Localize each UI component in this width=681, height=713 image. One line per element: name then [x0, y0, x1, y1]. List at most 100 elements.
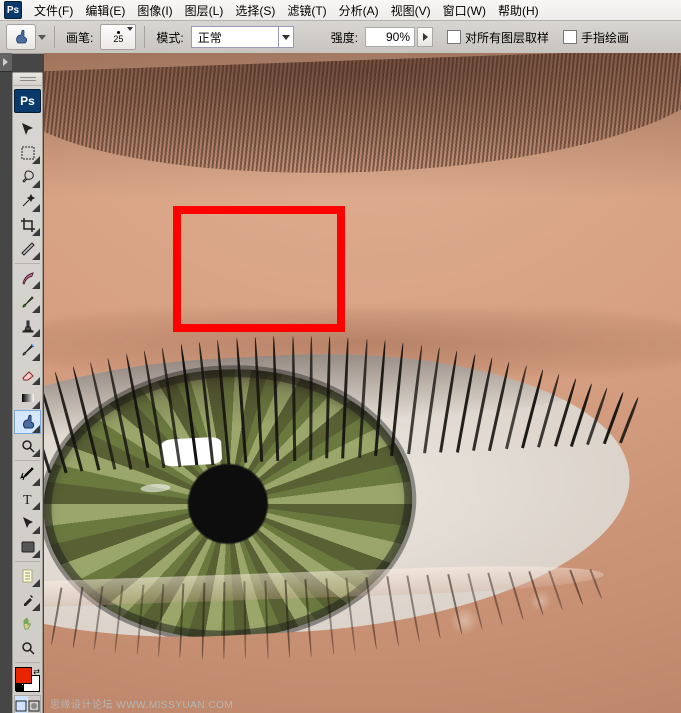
- sample-all-label: 对所有图层取样: [465, 29, 549, 46]
- path-select-tool[interactable]: [14, 511, 41, 535]
- pen-tool[interactable]: [14, 463, 41, 487]
- eyedropper-tool[interactable]: [14, 588, 41, 612]
- hand-icon: [20, 616, 36, 632]
- svg-text:T: T: [23, 493, 32, 507]
- finger-paint-label: 手指绘画: [581, 29, 629, 46]
- strength-input[interactable]: [365, 27, 433, 47]
- dropdown-button[interactable]: [278, 27, 293, 47]
- zoom-tool[interactable]: [14, 636, 41, 660]
- strength-flyout[interactable]: [417, 27, 433, 47]
- flyout-corner-icon: [32, 180, 40, 188]
- lasso-tool[interactable]: [14, 165, 41, 189]
- flyout-corner-icon: [32, 478, 40, 486]
- checkbox-icon: [563, 30, 577, 44]
- panel-expand-tab[interactable]: [0, 53, 12, 72]
- flyout-corner-icon: [32, 353, 40, 361]
- smudge-tool[interactable]: [14, 410, 41, 434]
- brush-label: 画笔:: [63, 29, 96, 46]
- dodge-tool[interactable]: [14, 434, 41, 458]
- menu-bar: Ps 文件(F)编辑(E)图像(I)图层(L)选择(S)滤镜(T)分析(A)视图…: [0, 0, 681, 21]
- menu-item[interactable]: 帮助(H): [492, 0, 545, 20]
- clone-stamp-tool[interactable]: [14, 314, 41, 338]
- brush-size: 25: [113, 35, 123, 44]
- menu-item[interactable]: 滤镜(T): [281, 0, 332, 20]
- flyout-corner-icon: [32, 550, 40, 558]
- chevron-down-icon: [282, 35, 290, 40]
- quick-mask-toggle[interactable]: [14, 695, 41, 713]
- flyout-corner-icon: [32, 603, 40, 611]
- flyout-corner-icon: [32, 156, 40, 164]
- flyout-corner-icon: [32, 502, 40, 510]
- chevron-right-icon: [423, 33, 428, 41]
- move-tool[interactable]: [14, 117, 41, 141]
- magic-wand-tool[interactable]: [14, 189, 41, 213]
- strength-label: 强度:: [328, 29, 361, 46]
- menu-item[interactable]: 窗口(W): [437, 0, 492, 20]
- flyout-corner-icon: [32, 281, 40, 289]
- crop-tool[interactable]: [14, 213, 41, 237]
- menu-item[interactable]: 视图(V): [385, 0, 437, 20]
- type-tool[interactable]: T: [14, 487, 41, 511]
- options-bar: 画笔: 25 模式: 正常 强度: 对所有图层取样 手指绘画: [0, 21, 681, 54]
- quick-mask-icon: [28, 696, 41, 713]
- flyout-corner-icon: [32, 401, 40, 409]
- hand-tool[interactable]: [14, 612, 41, 636]
- document-image: 思缘设计论坛 WWW.MISSYUAN.COM: [44, 53, 681, 713]
- toolbox-grip[interactable]: [13, 73, 42, 86]
- move-icon: [20, 121, 36, 137]
- separator: [144, 26, 145, 48]
- flyout-corner-icon: [32, 579, 40, 587]
- flyout-corner-icon: [32, 449, 40, 457]
- chevron-right-icon: [3, 58, 8, 66]
- toolbox: Ps T ⇄: [12, 72, 43, 713]
- canvas-area[interactable]: 思缘设计论坛 WWW.MISSYUAN.COM: [44, 53, 681, 713]
- mode-dropdown[interactable]: 正常: [191, 26, 294, 48]
- separator: [15, 561, 40, 562]
- tool-preset-arrow[interactable]: [38, 35, 46, 40]
- current-tool-icon[interactable]: [6, 24, 36, 50]
- gradient-tool[interactable]: [14, 386, 41, 410]
- flyout-corner-icon: [32, 329, 40, 337]
- app-icon: Ps: [4, 1, 22, 19]
- sample-all-layers-checkbox[interactable]: 对所有图层取样: [447, 29, 549, 46]
- menu-item[interactable]: 编辑(E): [79, 0, 131, 20]
- separator: [54, 26, 55, 48]
- flyout-corner-icon: [32, 425, 40, 433]
- brush-preset-picker[interactable]: 25: [100, 24, 136, 50]
- checkbox-icon: [447, 30, 461, 44]
- flyout-corner-icon: [32, 305, 40, 313]
- menu-item[interactable]: 图层(L): [179, 0, 230, 20]
- flyout-corner-icon: [32, 252, 40, 260]
- color-swatches[interactable]: ⇄: [15, 667, 40, 692]
- separator: [15, 662, 40, 663]
- notes-tool[interactable]: [14, 564, 41, 588]
- flyout-corner-icon: [32, 526, 40, 534]
- menu-item[interactable]: 文件(F): [28, 0, 79, 20]
- healing-brush-tool[interactable]: [14, 266, 41, 290]
- flyout-corner-icon: [32, 204, 40, 212]
- brush-tool[interactable]: [14, 290, 41, 314]
- foreground-color[interactable]: [15, 667, 32, 684]
- separator: [15, 460, 40, 461]
- strength-field[interactable]: [365, 27, 415, 47]
- ps-logo[interactable]: Ps: [14, 89, 41, 113]
- finger-painting-checkbox[interactable]: 手指绘画: [563, 29, 629, 46]
- watermark: 思缘设计论坛 WWW.MISSYUAN.COM: [50, 696, 233, 711]
- history-brush-tool[interactable]: [14, 338, 41, 362]
- standard-mode-icon: [15, 696, 28, 713]
- slice-tool[interactable]: [14, 237, 41, 261]
- annotation-rectangle: [173, 206, 345, 332]
- separator: [15, 263, 40, 264]
- mode-label: 模式:: [153, 29, 186, 46]
- shape-tool[interactable]: [14, 535, 41, 559]
- menu-item[interactable]: 图像(I): [131, 0, 178, 20]
- flyout-corner-icon: [32, 228, 40, 236]
- zoom-icon: [20, 640, 36, 656]
- default-colors-icon[interactable]: [15, 684, 23, 692]
- chevron-down-icon: [127, 27, 133, 31]
- menu-item[interactable]: 分析(A): [333, 0, 385, 20]
- menu-item[interactable]: 选择(S): [229, 0, 281, 20]
- smudge-icon: [13, 29, 29, 45]
- eraser-tool[interactable]: [14, 362, 41, 386]
- marquee-tool[interactable]: [14, 141, 41, 165]
